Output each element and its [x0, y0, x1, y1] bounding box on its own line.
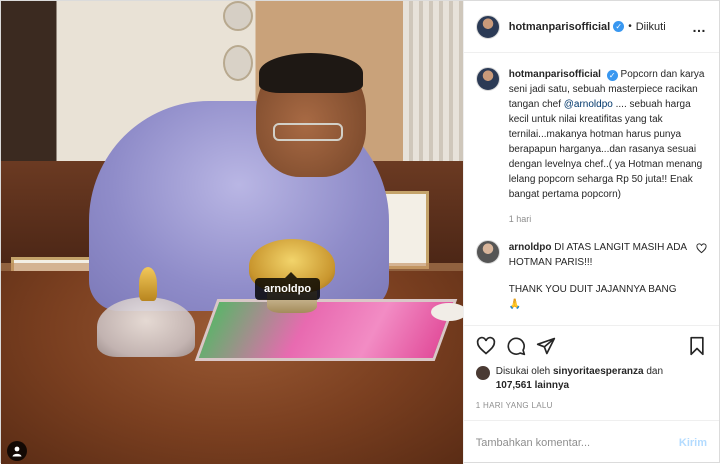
commenter-avatar[interactable] [475, 240, 500, 264]
likes-summary: Disukai oleh sinyoritaesperanza dan 107,… [464, 365, 719, 393]
photo-person-hair [259, 53, 363, 93]
verified-badge-icon: ✓ [613, 21, 625, 32]
follow-status-button[interactable]: Diikuti [636, 21, 666, 33]
share-paper-plane-icon[interactable] [536, 336, 556, 356]
photo-glass-lid [97, 297, 195, 357]
caption-body: hotmanparisofficial ✓ Popcorn dan karya … [509, 67, 707, 227]
photo-saucer [431, 303, 463, 321]
caption-username[interactable]: hotmanparisofficial [509, 69, 601, 80]
author-avatar[interactable] [475, 14, 500, 39]
comment-item: arnoldpo DI ATAS LANGIT MASIH ADA HOTMAN… [475, 240, 707, 312]
post-photo[interactable]: arnoldpo [1, 1, 463, 464]
photo-person-glasses [273, 123, 343, 141]
likes-middle: dan [646, 366, 664, 377]
photo-placemat [194, 299, 458, 361]
action-bar [463, 325, 719, 365]
instagram-post: arnoldpo hotmanparisofficial ✓ • Diikuti… [0, 0, 720, 464]
user-tag-label[interactable]: arnoldpo [255, 272, 321, 300]
liker-username[interactable]: sinyoritaesperanza [553, 366, 644, 377]
bookmark-icon[interactable] [687, 336, 707, 356]
add-comment-input[interactable] [475, 436, 679, 449]
add-comment-bar: Kirim [463, 420, 719, 464]
post-comment-button[interactable]: Kirim [679, 437, 707, 449]
comment-like-heart-icon[interactable] [696, 243, 707, 257]
comments-list: hotmanparisofficial ✓ Popcorn dan karya … [464, 53, 719, 325]
caption-author-avatar[interactable] [475, 67, 500, 91]
caption-text-end: .... sebuah harga kecil untuk nilai krea… [508, 99, 703, 200]
post-date[interactable]: 1 HARI YANG LALU [464, 393, 719, 420]
post-side-panel: hotmanparisofficial ✓ • Diikuti … hotman… [462, 1, 719, 464]
like-heart-icon[interactable] [476, 336, 496, 356]
verified-badge-icon: ✓ [606, 70, 618, 81]
comment-body: arnoldpo DI ATAS LANGIT MASIH ADA HOTMAN… [509, 240, 690, 312]
likes-prefix: Disukai oleh [495, 366, 551, 377]
likes-text: Disukai oleh sinyoritaesperanza dan 107,… [496, 365, 663, 393]
likes-count[interactable]: 107,561 [496, 380, 532, 391]
caption: hotmanparisofficial ✓ Popcorn dan karya … [475, 67, 707, 227]
post-header: hotmanparisofficial ✓ • Diikuti … [463, 1, 719, 53]
header-separator: • [628, 21, 632, 32]
user-tag-icon[interactable] [7, 441, 27, 461]
more-options-icon[interactable]: … [692, 19, 707, 35]
comment-text-continued: THANK YOU DUIT JAJANNYA BANG 🙏 [508, 284, 677, 310]
author-username[interactable]: hotmanparisofficial [509, 21, 610, 33]
caption-timestamp: 1 hari [508, 214, 532, 224]
photo-wall-plate [223, 45, 253, 81]
comment-bubble-icon[interactable] [506, 336, 526, 356]
liker-avatar[interactable] [475, 366, 490, 380]
photo-lid-knob [139, 267, 157, 301]
commenter-username[interactable]: arnoldpo [509, 242, 552, 253]
likes-suffix[interactable]: lainnya [535, 380, 569, 391]
photo-wall-plate [223, 1, 253, 31]
caption-mention-link[interactable]: @arnoldpo [564, 99, 613, 110]
